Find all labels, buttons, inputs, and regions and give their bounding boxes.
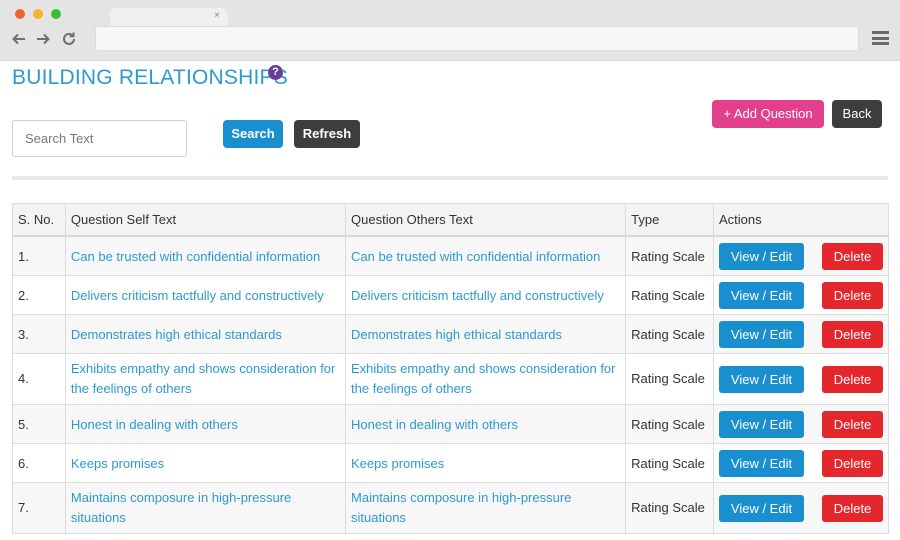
cell-type: Rating Scale [625,235,714,276]
table-row: 4. Exhibits empathy and shows considerat… [12,353,889,405]
cell-actions: View / Edit Delete [713,443,889,483]
cell-type: Rating Scale [625,353,714,405]
cell-actions: View / Edit Delete [713,353,889,405]
cell-type: Rating Scale [625,314,714,354]
cell-self-text: Can be trusted with confidential informa… [64,235,347,276]
help-icon[interactable]: ? [268,65,283,80]
cell-self-text: Exhibits empathy and shows consideration… [64,353,347,405]
others-text-link[interactable]: Maintains composure in high-pressure sit… [351,490,571,525]
cell-sno: 7. [12,482,66,534]
self-text-link[interactable]: Honest in dealing with others [71,417,238,432]
cell-sno: 2. [12,275,66,315]
self-text-link[interactable]: Keeps promises [71,456,164,471]
minimize-window-button[interactable] [33,9,43,19]
others-text-link[interactable]: Keeps promises [351,456,444,471]
back-arrow-icon[interactable] [10,30,28,48]
table-row: 1. Can be trusted with confidential info… [12,235,889,276]
cell-self-text: Demonstrates high ethical standards [64,314,347,354]
forward-arrow-icon[interactable] [34,30,52,48]
others-text-link[interactable]: Demonstrates high ethical standards [351,327,562,342]
cell-actions: View / Edit Delete [713,275,889,315]
delete-button[interactable]: Delete [822,494,883,522]
table-header-row: S. No. Question Self Text Question Other… [12,203,889,237]
header-self-text: Question Self Text [64,203,347,237]
view-edit-button[interactable]: View / Edit [719,449,804,477]
self-text-link[interactable]: Exhibits empathy and shows consideration… [71,361,335,396]
refresh-button[interactable]: Refresh [294,120,360,148]
cell-actions: View / Edit Delete [713,314,889,354]
cell-sno: 1. [12,235,66,276]
others-text-link[interactable]: Can be trusted with confidential informa… [351,249,600,264]
reload-icon[interactable] [60,30,78,48]
delete-button[interactable]: Delete [822,242,883,270]
cell-actions: View / Edit Delete [713,235,889,276]
cell-others-text: Can be trusted with confidential informa… [345,235,627,276]
cell-sno: 6. [12,443,66,483]
close-window-button[interactable] [15,9,25,19]
address-bar[interactable] [95,26,859,51]
cell-self-text: Delivers criticism tactfully and constru… [64,275,347,315]
view-edit-button[interactable]: View / Edit [719,320,804,348]
delete-button[interactable]: Delete [822,410,883,438]
table-row: 6. Keeps promises Keeps promises Rating … [12,443,889,483]
cell-others-text: Delivers criticism tactfully and constru… [345,275,627,315]
delete-button[interactable]: Delete [822,365,883,393]
others-text-link[interactable]: Delivers criticism tactfully and constru… [351,288,604,303]
divider [12,176,888,180]
header-others-text: Question Others Text [345,203,627,237]
page-title: BUILDING RELATIONSHIPS [12,66,288,89]
cell-actions: View / Edit Delete [713,482,889,534]
header-type: Type [625,203,714,237]
cell-others-text: Exhibits empathy and shows consideration… [345,353,627,405]
maximize-window-button[interactable] [51,9,61,19]
self-text-link[interactable]: Demonstrates high ethical standards [71,327,282,342]
table-row: 3. Demonstrates high ethical standards D… [12,314,889,354]
view-edit-button[interactable]: View / Edit [719,494,804,522]
browser-chrome: × [0,0,900,61]
tab-close-icon[interactable]: × [214,10,220,22]
cell-actions: View / Edit Delete [713,404,889,444]
view-edit-button[interactable]: View / Edit [719,281,804,309]
view-edit-button[interactable]: View / Edit [719,365,804,393]
header-sno: S. No. [12,203,66,237]
cell-self-text: Maintains composure in high-pressure sit… [64,482,347,534]
self-text-link[interactable]: Can be trusted with confidential informa… [71,249,320,264]
cell-others-text: Honest in dealing with others [345,404,627,444]
cell-others-text: Maintains composure in high-pressure sit… [345,482,627,534]
cell-self-text: Keeps promises [64,443,347,483]
cell-others-text: Demonstrates high ethical standards [345,314,627,354]
cell-self-text: Honest in dealing with others [64,404,347,444]
view-edit-button[interactable]: View / Edit [719,410,804,438]
browser-tab[interactable]: × [110,8,228,26]
cell-type: Rating Scale [625,443,714,483]
table-row: 5. Honest in dealing with others Honest … [12,404,889,444]
table-row: 7. Maintains composure in high-pressure … [12,482,889,534]
cell-others-text: Keeps promises [345,443,627,483]
delete-button[interactable]: Delete [822,320,883,348]
delete-button[interactable]: Delete [822,449,883,477]
table-row: 2. Delivers criticism tactfully and cons… [12,275,889,315]
search-input[interactable] [12,120,187,157]
back-button[interactable]: Back [832,100,882,128]
others-text-link[interactable]: Exhibits empathy and shows consideration… [351,361,615,396]
cell-sno: 3. [12,314,66,354]
cell-type: Rating Scale [625,482,714,534]
cell-sno: 5. [12,404,66,444]
questions-table: S. No. Question Self Text Question Other… [12,203,889,534]
self-text-link[interactable]: Delivers criticism tactfully and constru… [71,288,324,303]
delete-button[interactable]: Delete [822,281,883,309]
others-text-link[interactable]: Honest in dealing with others [351,417,518,432]
cell-type: Rating Scale [625,275,714,315]
hamburger-menu-icon[interactable] [872,31,889,45]
self-text-link[interactable]: Maintains composure in high-pressure sit… [71,490,291,525]
view-edit-button[interactable]: View / Edit [719,242,804,270]
add-question-button[interactable]: + Add Question [712,100,824,128]
cell-sno: 4. [12,353,66,405]
cell-type: Rating Scale [625,404,714,444]
header-actions: Actions [713,203,889,237]
search-button[interactable]: Search [223,120,283,148]
